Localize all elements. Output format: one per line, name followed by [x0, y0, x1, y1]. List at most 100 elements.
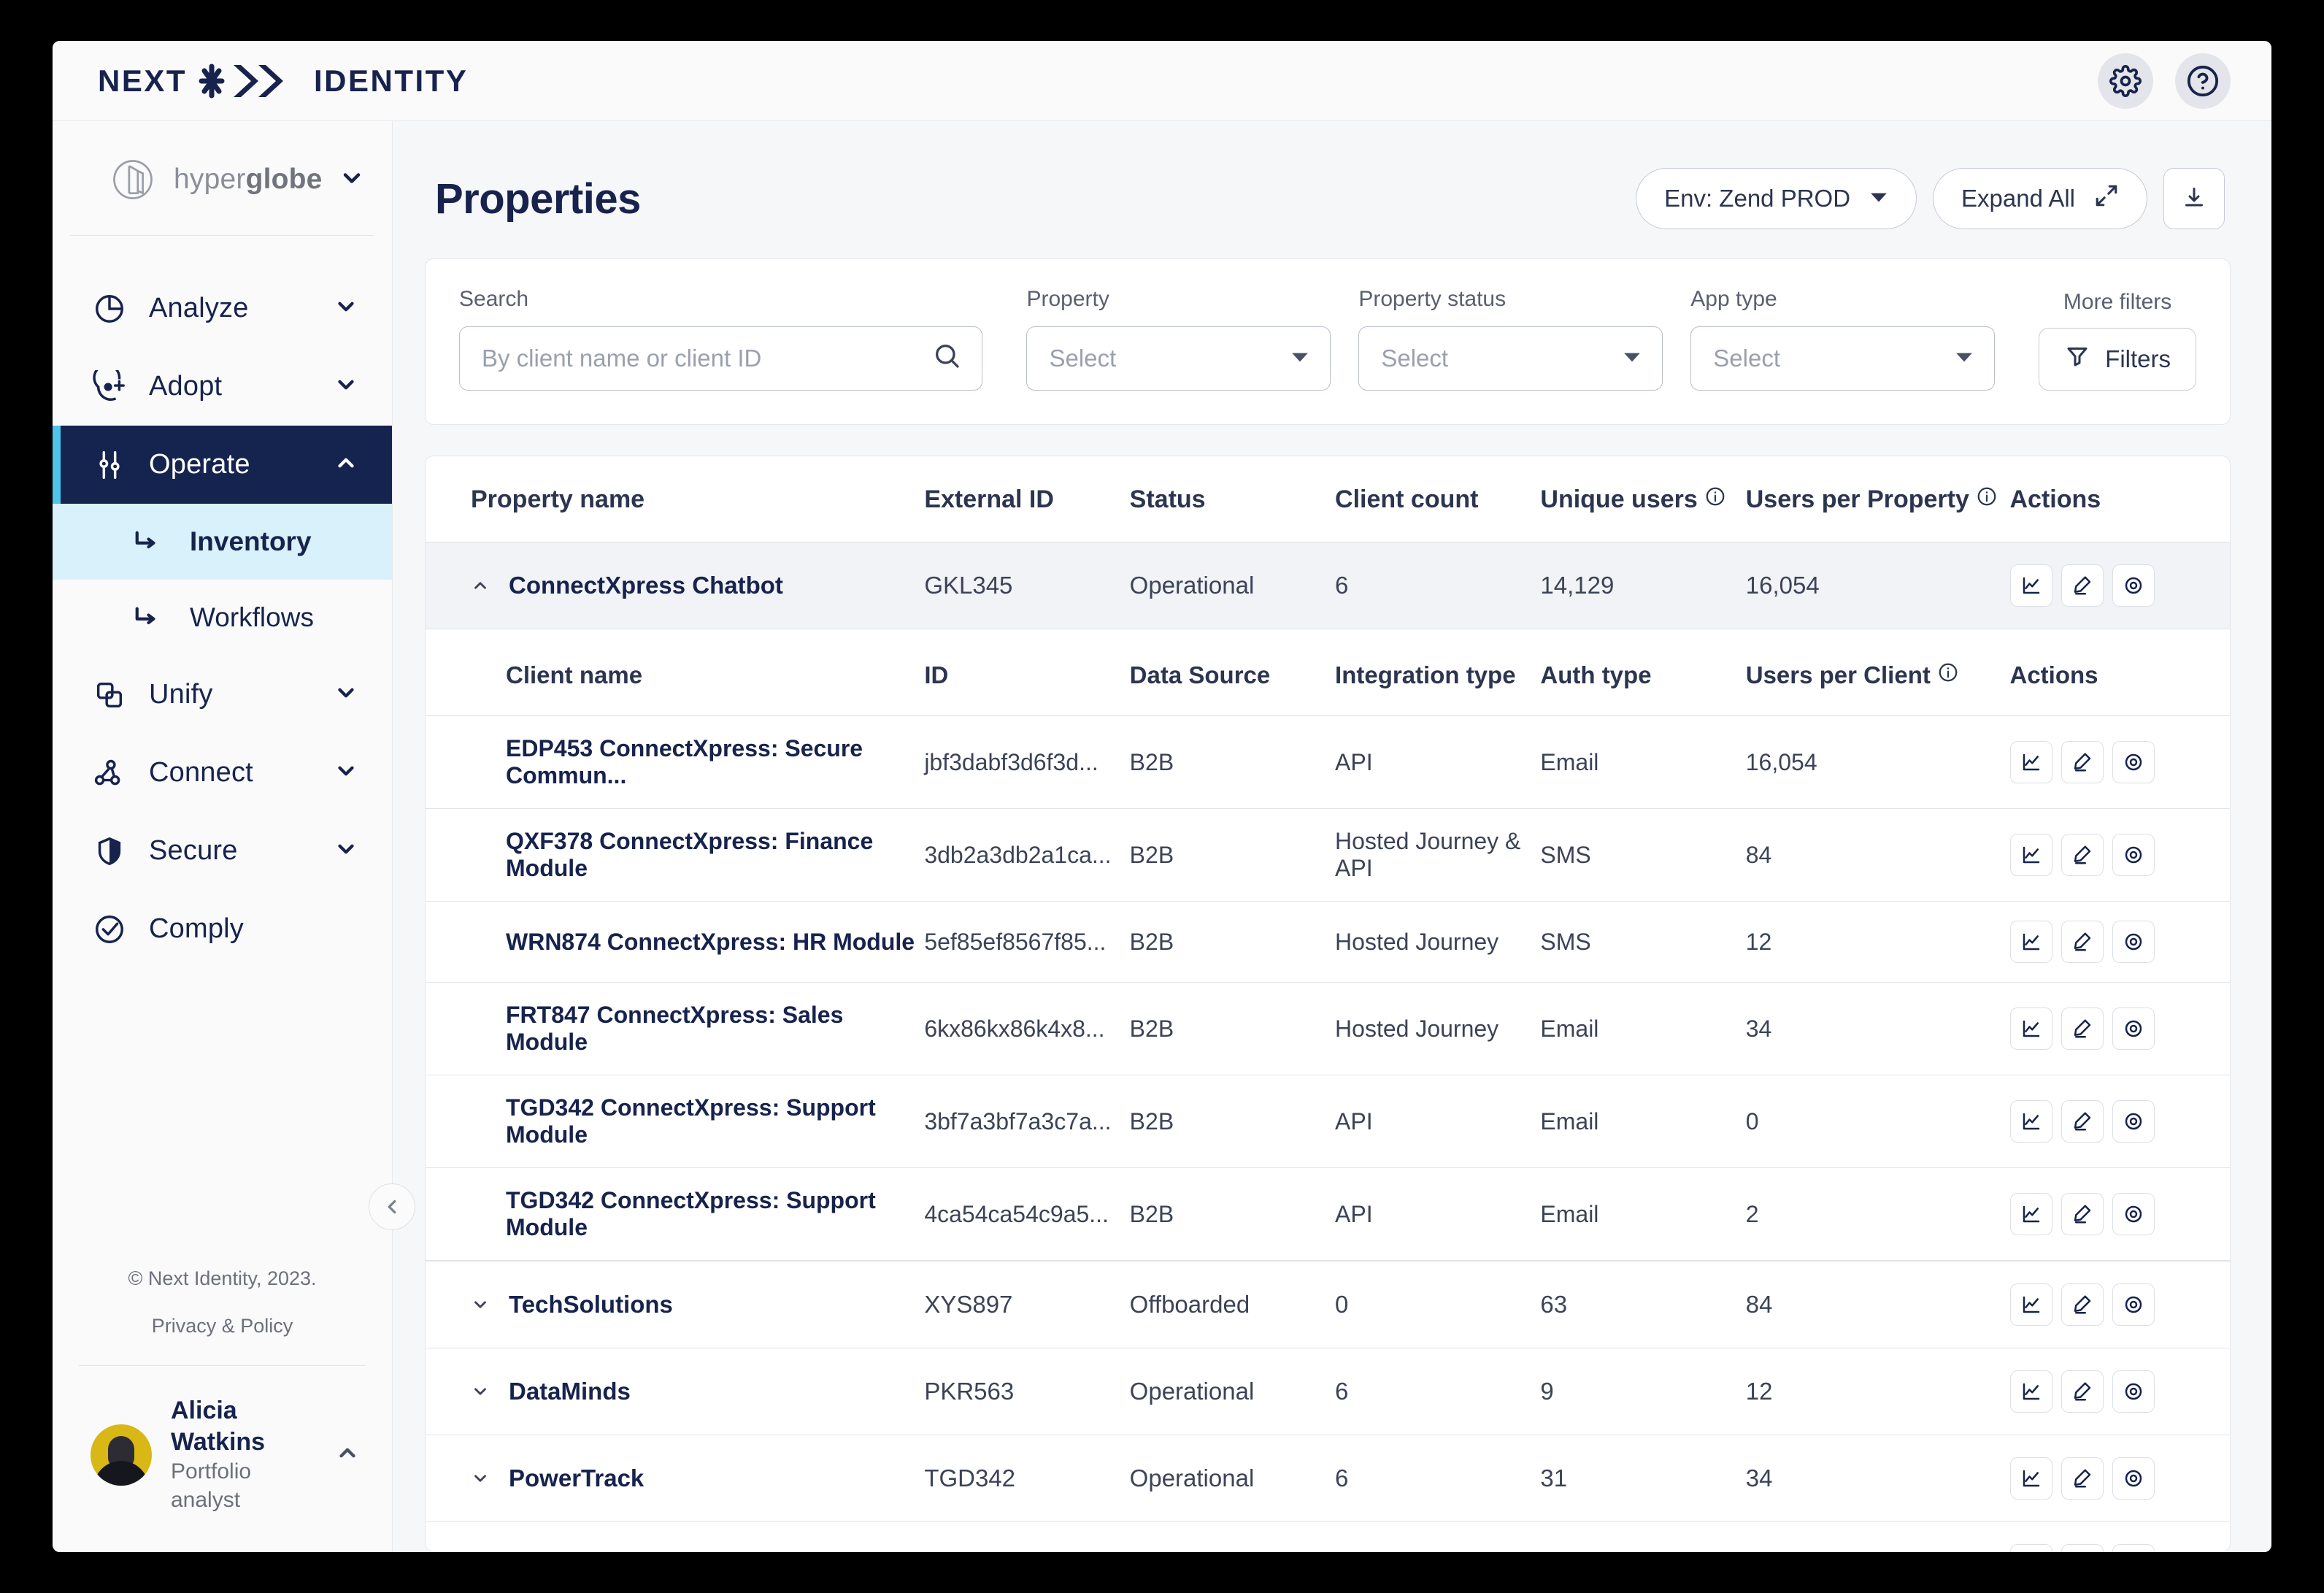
sidebar-item-secure[interactable]: Secure	[53, 812, 392, 890]
view-icon[interactable]	[2112, 1457, 2155, 1500]
client-row[interactable]: QXF378 ConnectXpress: Finance Module 3db…	[426, 808, 2230, 902]
info-icon[interactable]	[1704, 485, 1726, 507]
chevron-down-icon[interactable]	[334, 294, 358, 323]
client-users-per-client: 12	[1745, 901, 2010, 983]
top-bar-actions	[2098, 53, 2231, 109]
sidebar-item-operate[interactable]: Operate	[53, 426, 392, 504]
column-auth-type[interactable]: Auth type	[1540, 629, 1746, 716]
view-icon[interactable]	[2112, 1100, 2155, 1143]
view-icon[interactable]	[2112, 921, 2155, 963]
expand-all-button[interactable]: Expand All	[1933, 168, 2147, 229]
chevron-down-icon[interactable]	[334, 759, 358, 787]
chevron-up-icon[interactable]	[471, 576, 490, 595]
sidebar-item-unify[interactable]: Unify	[53, 656, 392, 734]
chevron-down-icon[interactable]	[334, 372, 358, 401]
search-input[interactable]: By client name or client ID	[459, 326, 983, 391]
view-icon[interactable]	[2112, 1283, 2155, 1326]
arrow-branch-icon	[128, 524, 163, 559]
chevron-down-icon[interactable]	[334, 680, 358, 709]
edit-icon[interactable]	[2061, 1007, 2104, 1050]
column-integration-type[interactable]: Integration type	[1335, 629, 1541, 716]
org-switcher[interactable]: hyperglobe	[70, 121, 374, 236]
chevron-up-icon[interactable]	[335, 1440, 360, 1469]
chart-icon[interactable]	[2009, 921, 2052, 963]
edit-icon[interactable]	[2061, 1100, 2104, 1143]
screen: NEXT IDENTITY hyperglobe Analyze Adopt O…	[0, 0, 2324, 1593]
edit-icon[interactable]	[2061, 741, 2104, 783]
user-profile[interactable]: Alicia Watkins Portfolio analyst	[53, 1366, 392, 1552]
column-client-name[interactable]: Client name	[426, 629, 925, 716]
download-icon[interactable]	[2163, 168, 2225, 229]
chevron-down-icon[interactable]	[339, 165, 365, 195]
view-icon[interactable]	[2112, 1370, 2155, 1413]
table-row[interactable]: TechSolutions XYS897 Offboarded 0 63 84	[426, 1261, 2230, 1348]
view-icon[interactable]	[2112, 1007, 2155, 1050]
column-users-per-property[interactable]: Users per Property	[1745, 456, 2010, 542]
client-row[interactable]: FRT847 ConnectXpress: Sales Module 6kx86…	[426, 982, 2230, 1075]
gear-icon[interactable]	[2098, 53, 2153, 109]
sidebar-item-analyze[interactable]: Analyze	[53, 269, 392, 348]
chevron-down-icon[interactable]	[471, 1469, 490, 1488]
client-row[interactable]: TGD342 ConnectXpress: Support Module 4ca…	[426, 1167, 2230, 1261]
chevron-down-icon[interactable]	[471, 1295, 490, 1314]
edit-icon[interactable]	[2061, 1193, 2104, 1235]
client-row[interactable]: WRN874 ConnectXpress: HR Module 5ef85ef8…	[426, 901, 2230, 983]
view-icon[interactable]	[2112, 564, 2155, 607]
chart-icon[interactable]	[2009, 1100, 2052, 1143]
search-icon[interactable]	[932, 341, 961, 376]
chevron-down-icon[interactable]	[334, 837, 358, 865]
table-row[interactable]: DataMinds PKR563 Operational 6 9 12	[426, 1348, 2230, 1435]
table-row[interactable]: SkyWatch WRN874 Cancelled 0 0 0	[426, 1521, 2230, 1552]
column-property-name[interactable]: Property name	[426, 456, 925, 542]
chart-icon[interactable]	[2009, 1370, 2052, 1413]
app-type-select[interactable]: Select	[1690, 326, 1996, 391]
edit-icon[interactable]	[2061, 1283, 2104, 1326]
help-icon[interactable]	[2175, 53, 2231, 109]
sidebar-item-adopt[interactable]: Adopt	[53, 348, 392, 426]
chevron-up-icon[interactable]	[334, 450, 358, 479]
info-icon[interactable]	[1937, 661, 1959, 683]
sidebar-item-comply[interactable]: Comply	[53, 890, 392, 968]
edit-icon[interactable]	[2061, 1370, 2104, 1413]
chart-icon[interactable]	[2009, 741, 2052, 783]
column-users-per-client[interactable]: Users per Client	[1745, 629, 2010, 716]
client-row[interactable]: TGD342 ConnectXpress: Support Module 3bf…	[426, 1075, 2230, 1168]
chart-icon[interactable]	[2009, 1544, 2052, 1552]
info-icon[interactable]	[1976, 485, 1998, 507]
sidebar-item-inventory[interactable]: Inventory	[53, 504, 392, 580]
sidebar-item-workflows[interactable]: Workflows	[53, 580, 392, 656]
client-row[interactable]: EDP453 ConnectXpress: Secure Commun... j…	[426, 715, 2230, 809]
chart-icon[interactable]	[2009, 1457, 2052, 1500]
privacy-policy-link[interactable]: Privacy & Policy	[53, 1316, 392, 1336]
sidebar-collapse-button[interactable]	[369, 1183, 415, 1230]
view-icon[interactable]	[2112, 1193, 2155, 1235]
column-external-id[interactable]: External ID	[924, 456, 1130, 542]
column-client-count[interactable]: Client count	[1335, 456, 1541, 542]
property-select[interactable]: Select	[1026, 326, 1331, 391]
chevron-down-icon[interactable]	[471, 1382, 490, 1401]
edit-icon[interactable]	[2061, 921, 2104, 963]
avatar	[91, 1424, 152, 1486]
view-icon[interactable]	[2112, 1544, 2155, 1552]
edit-icon[interactable]	[2061, 1544, 2104, 1552]
chart-icon[interactable]	[2009, 1283, 2052, 1326]
view-icon[interactable]	[2112, 741, 2155, 783]
edit-icon[interactable]	[2061, 1457, 2104, 1500]
table-row[interactable]: ConnectXpress Chatbot GKL345 Operational…	[426, 542, 2230, 629]
chart-icon[interactable]	[2009, 1007, 2052, 1050]
chart-icon[interactable]	[2009, 834, 2052, 876]
env-selector-button[interactable]: Env: Zend PROD	[1636, 168, 1917, 229]
table-row[interactable]: PowerTrack TGD342 Operational 6 31 34	[426, 1435, 2230, 1522]
column-data-source[interactable]: Data Source	[1129, 629, 1336, 716]
chart-icon[interactable]	[2009, 1193, 2052, 1235]
column-client-id[interactable]: ID	[924, 629, 1130, 716]
edit-icon[interactable]	[2061, 564, 2104, 607]
chart-icon[interactable]	[2009, 564, 2052, 607]
filters-button[interactable]: Filters	[2039, 328, 2197, 391]
column-unique-users[interactable]: Unique users	[1540, 456, 1746, 542]
view-icon[interactable]	[2112, 834, 2155, 876]
edit-icon[interactable]	[2061, 834, 2104, 876]
column-status[interactable]: Status	[1129, 456, 1336, 542]
property-status-select[interactable]: Select	[1358, 326, 1663, 391]
sidebar-item-connect[interactable]: Connect	[53, 734, 392, 812]
